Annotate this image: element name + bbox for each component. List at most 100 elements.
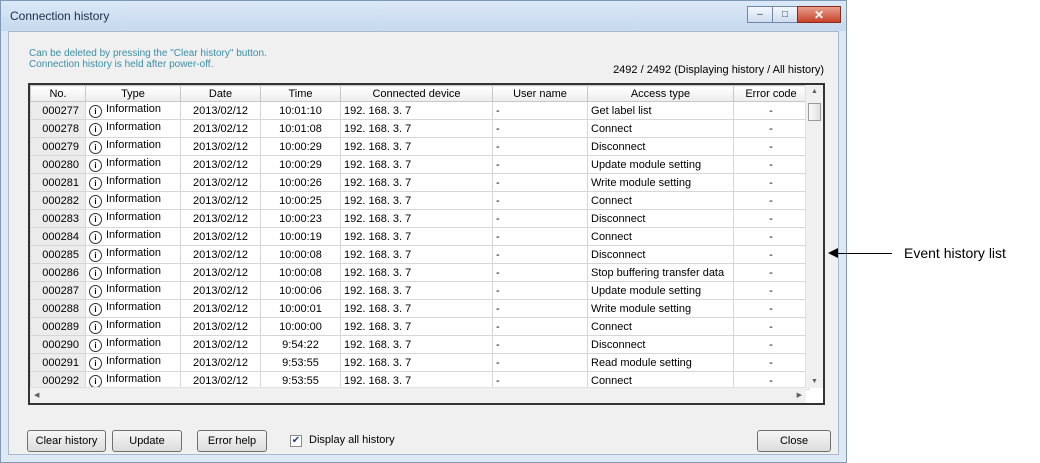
table-row[interactable]: 000283 i Information 2013/02/12 10:00:23 192.…	[30, 209, 809, 228]
type-label: Information	[106, 139, 162, 151]
cell-no: 000278	[30, 119, 86, 138]
table-row[interactable]: 000277 i Information 2013/02/12 10:01:10 192.…	[30, 101, 809, 120]
cell-time: 10:00:25	[260, 191, 341, 210]
type-label: Information	[106, 229, 162, 241]
cell-date: 2013/02/12	[180, 299, 261, 318]
event-history-list[interactable]: No. Type Date Time Connected device User name…	[28, 83, 825, 405]
cell-no: 000283	[30, 209, 86, 228]
maximize-button[interactable]: □	[772, 6, 798, 23]
cell-date: 2013/02/12	[180, 281, 261, 300]
cell-device: 192. 168. 3. 7	[340, 353, 493, 372]
cell-time: 9:53:55	[260, 353, 341, 372]
scroll-right-icon[interactable]: ▶	[797, 391, 802, 399]
column-header[interactable]: Time	[260, 85, 341, 102]
cell-error-code: -	[733, 335, 809, 354]
cell-user: -	[492, 263, 588, 282]
table-row[interactable]: 000289 i Information 2013/02/12 10:00:00 192.…	[30, 317, 809, 336]
cell-access-type: Disconnect	[587, 209, 734, 228]
minimize-button[interactable]: –	[747, 6, 773, 23]
display-all-history-checkbox[interactable]: ✔	[290, 435, 302, 447]
cell-time: 10:00:00	[260, 317, 341, 336]
cell-access-type: Update module setting	[587, 155, 734, 174]
table-row[interactable]: 000284 i Information 2013/02/12 10:00:19 192.…	[30, 227, 809, 246]
cell-device: 192. 168. 3. 7	[340, 263, 493, 282]
info-icon: i	[89, 159, 102, 172]
error-help-button[interactable]: Error help	[197, 430, 267, 452]
cell-error-code: -	[733, 173, 809, 192]
history-count: 2492 / 2492 (Displaying history / All hi…	[613, 64, 824, 76]
cell-time: 10:00:26	[260, 173, 341, 192]
cell-error-code: -	[733, 209, 809, 228]
info-icon: i	[89, 123, 102, 136]
info-icon: i	[89, 303, 102, 316]
cell-access-type: Connect	[587, 191, 734, 210]
cell-error-code: -	[733, 137, 809, 156]
scroll-thumb[interactable]	[808, 103, 821, 121]
info-notes: Can be deleted by pressing the "Clear hi…	[29, 48, 267, 70]
table-row[interactable]: 000287 i Information 2013/02/12 10:00:06 192.…	[30, 281, 809, 300]
column-header[interactable]: User name	[492, 85, 588, 102]
cell-no: 000291	[30, 353, 86, 372]
scroll-up-icon[interactable]: ▲	[811, 88, 818, 95]
type-label: Information	[106, 301, 162, 313]
cell-date: 2013/02/12	[180, 101, 261, 120]
cell-date: 2013/02/12	[180, 137, 261, 156]
table-row[interactable]: 000291 i Information 2013/02/12 9:53:55 192. …	[30, 353, 809, 372]
column-header[interactable]: Type	[85, 85, 181, 102]
cell-time: 10:00:23	[260, 209, 341, 228]
annotation-label: Event history list	[904, 245, 1006, 261]
table-row[interactable]: 000278 i Information 2013/02/12 10:01:08 192.…	[30, 119, 809, 138]
cell-no: 000285	[30, 245, 86, 264]
horizontal-scrollbar[interactable]: ◀ ▶	[30, 387, 806, 403]
column-header[interactable]: Error code	[733, 85, 809, 102]
clear-history-button[interactable]: Clear history	[27, 430, 106, 452]
cell-no: 000279	[30, 137, 86, 156]
cell-device: 192. 168. 3. 7	[340, 281, 493, 300]
cell-no: 000288	[30, 299, 86, 318]
annotation-line	[832, 253, 892, 254]
column-header[interactable]: Access type	[587, 85, 734, 102]
close-button[interactable]: Close	[757, 430, 831, 452]
cell-device: 192. 168. 3. 7	[340, 245, 493, 264]
cell-date: 2013/02/12	[180, 335, 261, 354]
type-label: Information	[106, 355, 162, 367]
scroll-down-icon[interactable]: ▼	[811, 378, 818, 385]
vertical-scrollbar[interactable]: ▲ ▼	[805, 85, 823, 388]
cell-error-code: -	[733, 299, 809, 318]
minimize-icon: –	[757, 8, 763, 20]
table-row[interactable]: 000286 i Information 2013/02/12 10:00:08 192.…	[30, 263, 809, 282]
scroll-left-icon[interactable]: ◀	[34, 391, 39, 399]
table-row[interactable]: 000282 i Information 2013/02/12 10:00:25 192.…	[30, 191, 809, 210]
table-row[interactable]: 000280 i Information 2013/02/12 10:00:29 192.…	[30, 155, 809, 174]
connection-history-window: Connection history – □ ✕ Can be deleted …	[0, 0, 847, 463]
info-icon: i	[89, 105, 102, 118]
column-header[interactable]: Date	[180, 85, 261, 102]
column-header[interactable]: No.	[30, 85, 86, 102]
table-row[interactable]: 000281 i Information 2013/02/12 10:00:26 192.…	[30, 173, 809, 192]
cell-device: 192. 168. 3. 7	[340, 335, 493, 354]
update-button[interactable]: Update	[112, 430, 182, 452]
type-label: Information	[106, 265, 162, 277]
cell-time: 10:00:06	[260, 281, 341, 300]
cell-date: 2013/02/12	[180, 227, 261, 246]
cell-device: 192. 168. 3. 7	[340, 317, 493, 336]
cell-time: 10:00:01	[260, 299, 341, 318]
cell-no: 000282	[30, 191, 86, 210]
display-all-history-label[interactable]: Display all history	[309, 434, 395, 446]
cell-time: 10:00:29	[260, 155, 341, 174]
cell-error-code: -	[733, 353, 809, 372]
table-row[interactable]: 000285 i Information 2013/02/12 10:00:08 192.…	[30, 245, 809, 264]
window-controls: – □ ✕	[747, 6, 841, 23]
table-row[interactable]: 000288 i Information 2013/02/12 10:00:01 192.…	[30, 299, 809, 318]
cell-user: -	[492, 119, 588, 138]
title-bar[interactable]: Connection history – □ ✕	[1, 1, 846, 31]
table-row[interactable]: 000290 i Information 2013/02/12 9:54:22 192. …	[30, 335, 809, 354]
column-header[interactable]: Connected device	[340, 85, 493, 102]
cell-user: -	[492, 335, 588, 354]
cell-error-code: -	[733, 155, 809, 174]
info-icon: i	[89, 267, 102, 280]
close-window-button[interactable]: ✕	[797, 6, 841, 23]
info-icon: i	[89, 285, 102, 298]
cell-user: -	[492, 245, 588, 264]
table-row[interactable]: 000279 i Information 2013/02/12 10:00:29 192.…	[30, 137, 809, 156]
